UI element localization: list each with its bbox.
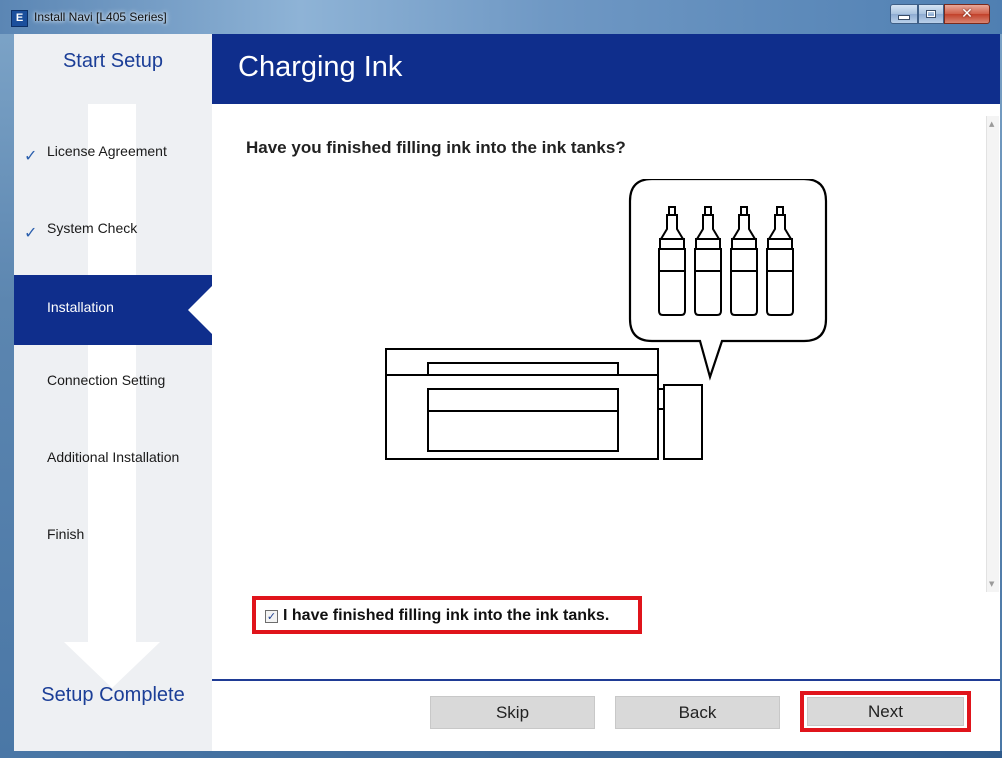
next-button-highlight: Next (800, 691, 971, 732)
start-setup-label: Start Setup (62, 50, 164, 72)
step-label: Connection Setting (47, 372, 166, 388)
step-label: Additional Installation (47, 449, 180, 465)
step-label: Installation (47, 299, 114, 315)
step-finish: Finish (14, 502, 212, 572)
window-controls: ✕ (890, 4, 990, 26)
checkmark-icon: ✓ (24, 146, 38, 165)
progress-arrow-head (64, 642, 160, 688)
title-bar[interactable]: E Install Navi [L405 Series] ✕ (0, 0, 1002, 34)
footer-divider (212, 679, 1000, 681)
close-button[interactable]: ✕ (944, 4, 990, 24)
printer-ink-bottles-illustration (385, 179, 828, 460)
step-label: System Check (47, 220, 138, 236)
step-additional-installation: Additional Installation (14, 425, 212, 495)
step-system-check: ✓ System Check (14, 196, 212, 266)
page-header: Charging Ink (212, 34, 1000, 104)
ink-filled-confirmation[interactable]: ✓ I have finished filling ink into the i… (252, 596, 642, 634)
app-icon: E (11, 10, 28, 27)
setup-steps-sidebar: Start Setup ✓ License Agreement ✓ System… (14, 34, 212, 751)
installer-client-area: Start Setup ✓ License Agreement ✓ System… (14, 34, 1000, 751)
window-title: Install Navi [L405 Series] (34, 10, 167, 24)
page-title: Charging Ink (238, 51, 403, 83)
step-connection-setting: Connection Setting (14, 348, 212, 418)
step-label: Finish (47, 526, 85, 542)
printer-icon (385, 348, 703, 460)
vertical-scrollbar[interactable]: ▲ ▼ (986, 116, 999, 592)
minimize-button[interactable] (890, 4, 918, 24)
installer-window: E Install Navi [L405 Series] ✕ Start Set… (0, 0, 1002, 758)
minimize-icon (898, 15, 910, 20)
step-label: License Agreement (47, 143, 167, 159)
ink-filled-checkbox-label[interactable]: I have finished filling ink into the ink… (283, 607, 609, 625)
ink-filled-checkbox[interactable]: ✓ (265, 610, 278, 623)
scroll-down-icon[interactable]: ▼ (989, 580, 994, 588)
next-button[interactable]: Next (807, 697, 964, 726)
maximize-button[interactable] (918, 4, 944, 24)
setup-complete-label: Setup Complete (41, 684, 185, 706)
question-text: Have you finished filling ink into the i… (246, 138, 626, 157)
scroll-up-icon[interactable]: ▲ (989, 120, 994, 128)
window-bottom-border (0, 751, 1002, 758)
step-license-agreement: ✓ License Agreement (14, 119, 212, 189)
maximize-icon (926, 10, 936, 18)
back-button[interactable]: Back (615, 696, 780, 729)
checkmark-icon: ✓ (24, 223, 38, 242)
step-installation: Installation (14, 275, 212, 345)
close-icon: ✕ (961, 6, 973, 22)
skip-button[interactable]: Skip (430, 696, 595, 729)
